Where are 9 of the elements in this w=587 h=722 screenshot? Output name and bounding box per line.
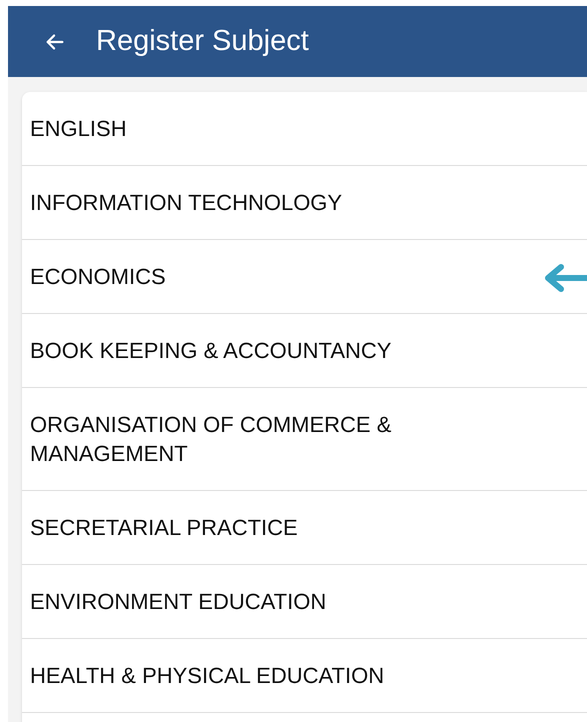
subject-list-item[interactable]: INFORMATION TECHNOLOGY: [22, 166, 587, 240]
subject-list-item[interactable]: ECONOMICS: [22, 240, 587, 314]
screen-title: Register Subject: [96, 24, 309, 59]
subject-list-item[interactable]: ENVIRONMENT EDUCATION: [22, 565, 587, 639]
subject-list-item[interactable]: HEALTH & PHYSICAL EDUCATION: [22, 639, 587, 713]
subject-list-item[interactable]: SECRETARIAL PRACTICE: [22, 491, 587, 565]
subject-list-item[interactable]: ORGANISATION OF COMMERCE & MANAGEMENT: [22, 388, 587, 491]
subject-list-item[interactable]: BOOK KEEPING & ACCOUNTANCY: [22, 314, 587, 388]
subject-list-item[interactable]: ENGLISH: [22, 92, 587, 166]
